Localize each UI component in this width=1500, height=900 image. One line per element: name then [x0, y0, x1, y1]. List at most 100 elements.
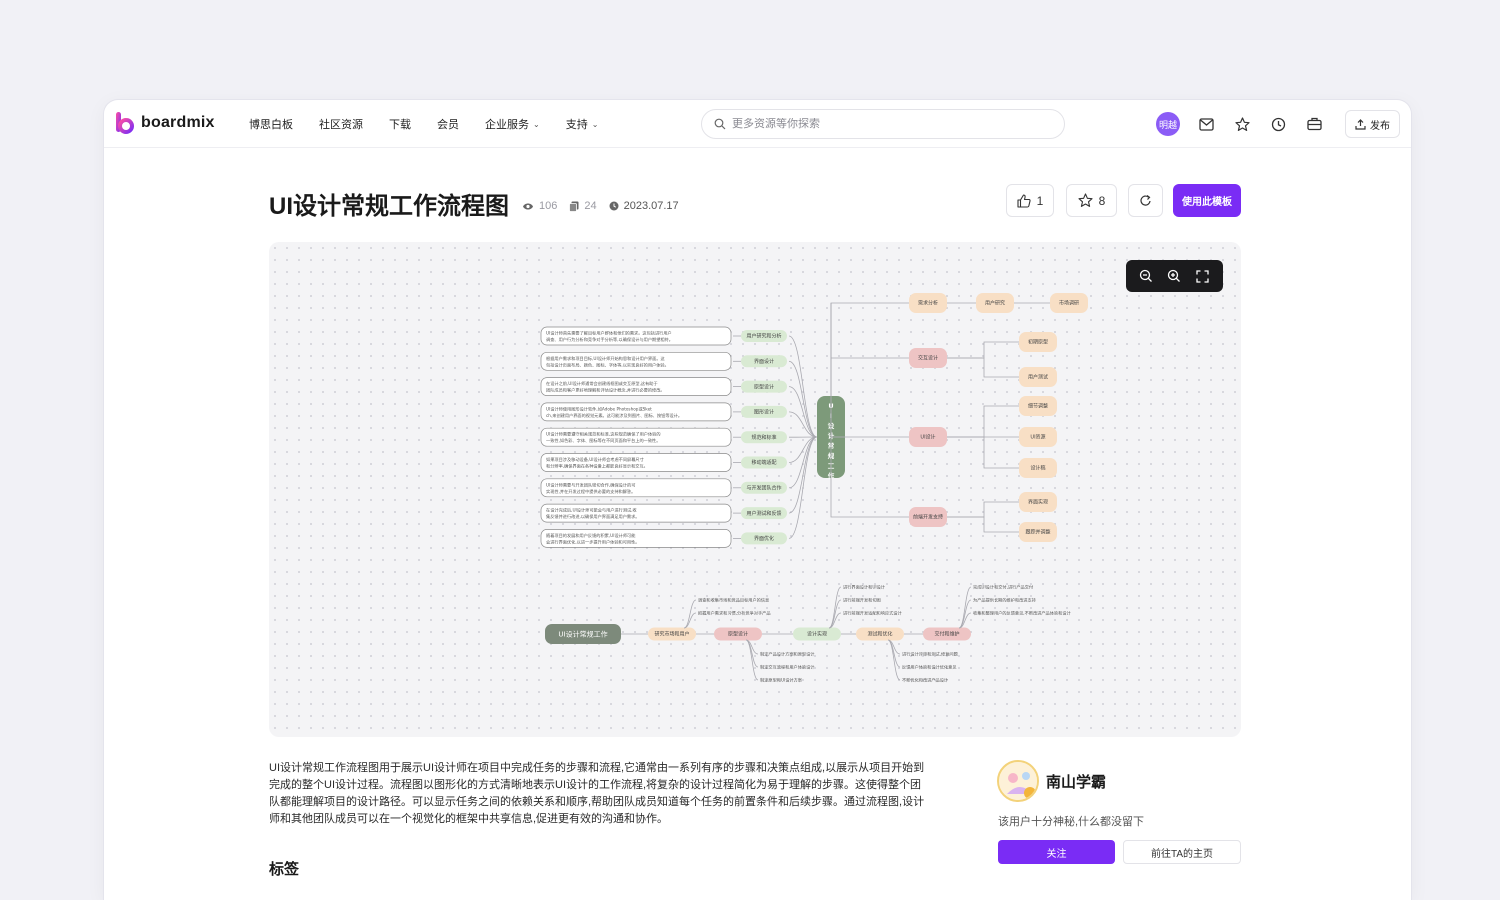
nav-item[interactable]: 博思白板	[249, 116, 293, 132]
left-note-line: 和分辨率,确保界面在各种设备上都能良好显示和交互。	[546, 463, 648, 470]
author-home-button[interactable]: 前往TA的主页	[1123, 840, 1241, 864]
flow-note-bottom: 制定原型和UI设计方案	[760, 677, 803, 684]
search-input[interactable]	[732, 118, 1032, 130]
template-preview-canvas[interactable]: UI设计常规工作UI设计常规工作用户研究和分析UI设计师首先需要了解目标用户群体…	[269, 242, 1241, 737]
left-note-line: 集反馈并进行改进,以确保用户界面满足用户需求。	[546, 513, 639, 520]
flow-note-top: 进行前端开发适配和响应式设计	[843, 610, 902, 617]
nav-item[interactable]: 会员	[437, 116, 459, 132]
publish-date: 2023.07.17	[609, 200, 679, 212]
right-leaf-node: 跟踪并调整	[1025, 529, 1050, 536]
upload-icon	[1355, 118, 1366, 130]
flow-start-node: UI设计常规工作	[558, 629, 607, 638]
left-note-line: UI设计师首先需要了解目标用户群体和他们的需求。这包括进行用户	[546, 330, 672, 337]
left-note-line: 如果项目涉及移动设备,UI设计师会考虑不同屏幕尺寸	[546, 456, 644, 463]
left-note-line: UI设计师使用图形设计软件,如Adobe Photoshop或Sket	[546, 405, 652, 412]
connector-line	[788, 360, 818, 438]
left-branch-node: 用户研究和分析	[746, 333, 781, 340]
left-note-line: 一致性,如色彩、字体、图标等在不同页面和平台上的一致性。	[546, 437, 660, 444]
flow-note-bottom: 反馈用户体验和设计优化意见	[902, 664, 956, 671]
star-icon[interactable]	[1232, 114, 1252, 134]
favorite-button[interactable]: 8	[1066, 184, 1117, 217]
right-leaf-node: 用户研究	[985, 300, 1005, 307]
brand-logo[interactable]: boardmix	[115, 111, 215, 135]
left-note-line: 团队成员和客户更好地理解和评估设计概念,并进行必要的修改。	[546, 387, 665, 394]
left-note-line: ch,来创建用户界面的视觉元素。这可能涉及到图片、图标、按钮等设计。	[546, 412, 682, 419]
share-button[interactable]	[1128, 184, 1163, 217]
browser-window: boardmix 博思白板 社区资源 下载 会员 企业服务⌄ 支持⌄ 明越 发布 UI设计…	[104, 100, 1411, 900]
flow-note-bottom: 制定交互流程和用户体验设计	[760, 664, 814, 671]
fullscreen-icon[interactable]	[1192, 265, 1214, 287]
left-note-line: UI设计师需要遵守相关规范和标准,这些规范确保了用户体验的	[546, 431, 661, 438]
flow-note-top: 进行前端开发和切图	[843, 597, 881, 604]
left-branch-node: 图形设计	[754, 409, 774, 416]
mindmap-preview: UI设计常规工作UI设计常规工作用户研究和分析UI设计师首先需要了解目标用户群体…	[269, 242, 1088, 684]
connector-line	[947, 436, 1019, 469]
left-note-text: 随着项目的发展和用户反馈的积累,UI设计师可能会进行界面优化,以进一步提升用户体…	[269, 242, 274, 243]
left-note-text: 在设计之前,UI设计师通常会创建线框图或交互原型,这有助于团队成员和客户更好地理…	[269, 242, 275, 243]
follow-button[interactable]: 关注	[998, 840, 1115, 864]
left-branch-node: 与开发团队合作	[746, 484, 781, 491]
left-branch-node: 移动端适配	[751, 459, 776, 466]
thumbs-up-icon	[1017, 193, 1031, 208]
clock-small-icon	[609, 201, 619, 211]
publish-label: 发布	[1370, 120, 1390, 132]
left-note-line: 随着项目的发展和用户反馈的积累,UI设计师可能	[546, 532, 636, 539]
nav-item[interactable]: 下载	[389, 116, 411, 132]
left-note-text: UI设计师需要遵守相关规范和标准,这些规范确保了用户体验的一致性,如色彩、字体、…	[269, 242, 275, 243]
connector-line	[788, 436, 818, 489]
left-note-line: UI设计师需要与开发团队密切合作,确保设计的可	[546, 481, 635, 488]
search-bar[interactable]	[701, 109, 1065, 139]
mail-icon[interactable]	[1196, 114, 1216, 134]
right-leaf-node: 初期原型	[1028, 339, 1048, 346]
right-branch-node: 前端开发支持	[913, 514, 943, 521]
connector-line	[828, 586, 842, 629]
connector-line	[745, 639, 759, 681]
left-note-line: 会进行界面优化,以进一步提升用户体验和可用性。	[546, 538, 639, 545]
nav-item[interactable]: 社区资源	[319, 116, 363, 132]
right-branch-node: UI设计	[920, 434, 935, 441]
zoom-out-icon[interactable]	[1135, 265, 1157, 287]
author-name[interactable]: 南山学霸	[1046, 771, 1106, 792]
right-leaf-node: 市场调研	[1059, 300, 1079, 307]
nav-item[interactable]: 企业服务 ⌄	[485, 116, 540, 132]
template-meta: 106 24 2023.07.17	[522, 200, 691, 212]
right-branch-node: 需求分析	[918, 300, 938, 307]
flow-note-bottom: 不断优化和改进产品设计	[902, 677, 948, 684]
flow-note-top: 为产品提供长期的维护和改进支持	[973, 597, 1036, 604]
copies-count: 24	[569, 200, 597, 212]
zoom-in-icon[interactable]	[1163, 265, 1185, 287]
left-note-line: 调查、用户行为分析和竞争对手分析等,以确保设计与用户期望相符。	[546, 336, 673, 343]
boardmix-logo-icon	[116, 112, 134, 134]
author-avatar[interactable]	[997, 760, 1039, 802]
page-title: UI设计常规工作流程图	[269, 193, 509, 220]
left-note-text: 根据用户需求和项目目标,UI设计师开始构思和设计用户界面。这包括设计页面布局、颜…	[269, 242, 275, 243]
briefcase-icon[interactable]	[1304, 114, 1324, 134]
right-leaf-node: 设计稿	[1030, 465, 1045, 472]
zoom-toolbar	[1126, 260, 1223, 292]
nav-item[interactable]: 支持 ⌄	[566, 116, 599, 132]
left-note-text: UI设计师使用图形设计软件,如Adobe Photoshop或Sketch,来创…	[269, 242, 275, 243]
chevron-down-icon: ⌄	[591, 119, 599, 129]
left-branch-node: 原型设计	[754, 383, 774, 390]
user-avatar[interactable]: 明越	[1156, 112, 1180, 136]
right-leaf-node: 用户测试	[1028, 374, 1048, 381]
connector-line	[788, 386, 818, 438]
flow-step-node: 原型设计	[728, 631, 748, 638]
left-branch-node: 界面设计	[754, 358, 774, 365]
left-note-line: 实现性,并在开发过程中提供必要的支持和解答。	[546, 488, 635, 495]
right-leaf-node: 细节调整	[1028, 403, 1048, 410]
left-note-line: 在设计完成后,UI设计师可能会与用户进行测试,收	[546, 507, 638, 514]
views-count: 106	[522, 200, 557, 212]
flow-step-node: 交付和维护	[934, 631, 959, 638]
publish-button[interactable]: 发布	[1345, 110, 1400, 138]
use-template-button[interactable]: 使用此模板	[1173, 184, 1241, 217]
connector-line	[947, 501, 1019, 518]
like-button[interactable]: 1	[1006, 184, 1054, 217]
like-count: 1	[1036, 193, 1044, 208]
connector-line	[947, 357, 1019, 378]
clock-icon[interactable]	[1268, 114, 1288, 134]
tags-heading: 标签	[269, 861, 300, 878]
flow-note-bottom: 制定产品设计方案和原型设计	[760, 651, 814, 658]
copy-icon	[569, 201, 579, 212]
flow-note-top: 进行界面设计和UI设计	[843, 584, 885, 591]
